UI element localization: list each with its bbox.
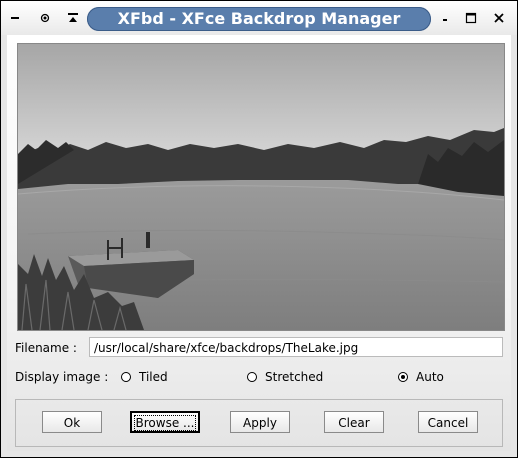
cancel-button-label: Cancel — [427, 416, 469, 430]
auto-radio-indicator — [398, 372, 408, 382]
dialog-body: Filename : /usr/local/share/xfce/backdro… — [7, 35, 511, 451]
apply-button[interactable]: Apply — [230, 411, 290, 433]
filename-label: Filename : — [15, 341, 77, 355]
minimize-icon[interactable] — [437, 10, 453, 26]
title-bar[interactable]: XFbd - XFce Backdrop Manager — [1, 1, 517, 35]
shade-icon[interactable] — [65, 10, 81, 26]
xfbd-window: XFbd - XFce Backdrop Manager Filename: … — [0, 0, 518, 458]
apply-button-label: Apply — [243, 416, 277, 430]
tiled-radio-indicator — [121, 372, 131, 382]
sticky-icon[interactable] — [37, 10, 53, 26]
browse-button-label: Browse ... — [133, 415, 197, 431]
display-image-label: Display image : — [15, 370, 109, 384]
window-menu-icon[interactable] — [7, 10, 23, 26]
auto-label: Auto — [416, 370, 444, 384]
browse-button[interactable]: Browse ... — [130, 411, 200, 433]
cancel-button[interactable]: Cancel — [418, 411, 478, 433]
maximize-icon[interactable] — [463, 10, 479, 26]
stretched-radio-indicator — [247, 372, 257, 382]
clear-button-label: Clear — [338, 416, 370, 430]
button-row: Ok Browse ... Apply Clear Cancel — [15, 399, 503, 447]
stretched-radio[interactable]: Stretched — [247, 370, 323, 384]
clear-button[interactable]: Clear — [324, 411, 384, 433]
stretched-label: Stretched — [265, 370, 324, 384]
filename-field[interactable]: /usr/local/share/xfce/backdrops/TheLake.… — [89, 337, 503, 357]
backdrop-preview-image — [17, 43, 505, 331]
auto-radio[interactable]: Auto — [398, 370, 444, 384]
ok-button[interactable]: Ok — [42, 411, 102, 433]
window-title: XFbd - XFce Backdrop Manager — [87, 7, 431, 31]
tiled-label: Tiled — [139, 370, 168, 384]
ok-button-label: Ok — [63, 416, 81, 430]
tiled-radio[interactable]: Tiled — [121, 370, 168, 384]
close-icon[interactable] — [491, 10, 507, 26]
